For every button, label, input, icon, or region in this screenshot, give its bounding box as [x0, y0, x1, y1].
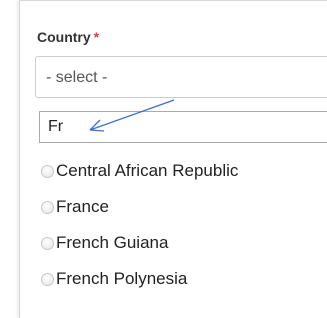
- option-label: French Guiana: [56, 233, 169, 252]
- required-marker: *: [93, 29, 100, 45]
- country-field-label: Country *: [37, 29, 99, 45]
- country-search-input[interactable]: [39, 111, 327, 143]
- option-france[interactable]: France: [41, 192, 327, 222]
- radio-icon[interactable]: [41, 200, 54, 214]
- country-select[interactable]: - select -: [35, 56, 327, 98]
- radio-icon[interactable]: [41, 272, 54, 286]
- country-label-text: Country: [37, 29, 91, 45]
- select-current-value: - select -: [46, 69, 108, 86]
- country-form-panel: Country* - select - Central African Repu…: [19, 0, 327, 318]
- option-label: French Polynesia: [56, 269, 188, 288]
- country-dropdown: Central African Republic France French G…: [35, 99, 327, 318]
- option-label: Central African Republic: [56, 161, 239, 180]
- radio-icon[interactable]: [41, 236, 54, 250]
- option-french-guiana[interactable]: French Guiana: [41, 228, 327, 258]
- radio-icon[interactable]: [41, 164, 54, 178]
- option-central-african-republic[interactable]: Central African Republic: [41, 156, 327, 186]
- option-label: France: [56, 197, 109, 216]
- option-french-polynesia[interactable]: French Polynesia: [41, 264, 327, 294]
